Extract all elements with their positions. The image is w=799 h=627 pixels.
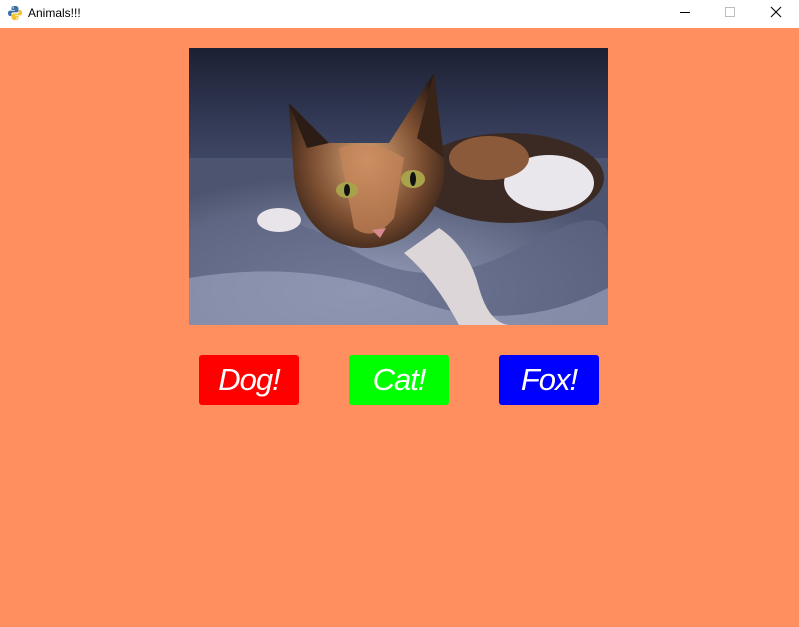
- minimize-button[interactable]: [662, 0, 708, 28]
- title-bar[interactable]: Animals!!!: [0, 0, 799, 28]
- cat-button[interactable]: Cat!: [349, 355, 449, 405]
- python-icon: [7, 5, 23, 21]
- fox-button[interactable]: Fox!: [499, 355, 599, 405]
- maximize-button[interactable]: [707, 0, 753, 28]
- main-content: Dog! Cat! Fox!: [0, 28, 799, 627]
- dog-button[interactable]: Dog!: [199, 355, 299, 405]
- minimize-icon: [679, 5, 691, 23]
- close-icon: [770, 5, 782, 23]
- close-button[interactable]: [753, 0, 799, 28]
- window-title: Animals!!!: [28, 6, 81, 20]
- maximize-icon: [724, 5, 736, 23]
- cat-photo: [189, 48, 608, 325]
